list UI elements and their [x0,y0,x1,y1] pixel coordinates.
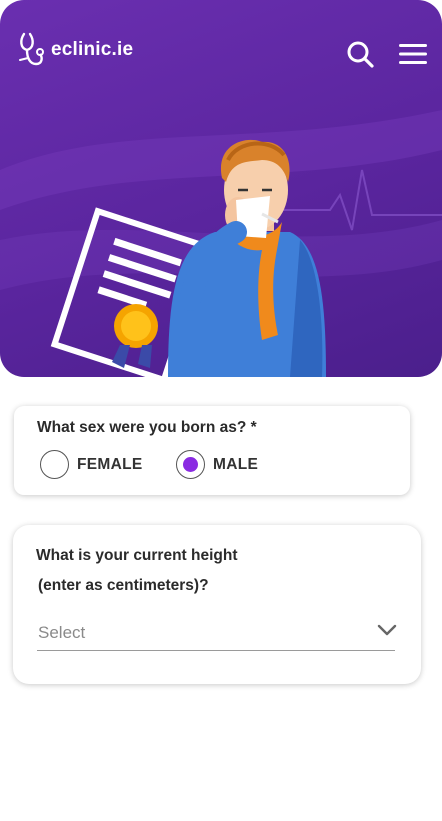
hero-banner: eclinic.ie [0,0,442,377]
radio-female[interactable]: FEMALE [40,450,143,479]
height-question-label: What is your current height [36,547,238,564]
search-button[interactable] [346,40,374,68]
stethoscope-logo-icon [19,32,44,66]
height-question-card: What is your current height (enter as ce… [13,525,421,684]
chevron-down-icon[interactable] [377,623,397,637]
sex-question-label: What sex were you born as? * [37,419,257,436]
logo-text: eclinic.ie [51,39,134,60]
sex-question-card: What sex were you born as? * FEMALE MALE [14,406,410,495]
radio-male[interactable]: MALE [176,450,258,479]
menu-button[interactable] [398,42,428,66]
radio-female-label[interactable]: FEMALE [77,456,143,474]
radio-selected-dot [183,457,198,472]
height-select[interactable]: Select [37,617,397,651]
hamburger-menu-icon [399,44,427,64]
height-question-hint: (enter as centimeters)? [38,577,209,594]
search-icon [347,41,374,68]
radio-male-circle[interactable] [176,450,205,479]
logo[interactable]: eclinic.ie [18,32,133,68]
radio-male-label[interactable]: MALE [213,456,258,474]
radio-female-circle[interactable] [40,450,69,479]
height-select-value: Select [38,623,86,642]
